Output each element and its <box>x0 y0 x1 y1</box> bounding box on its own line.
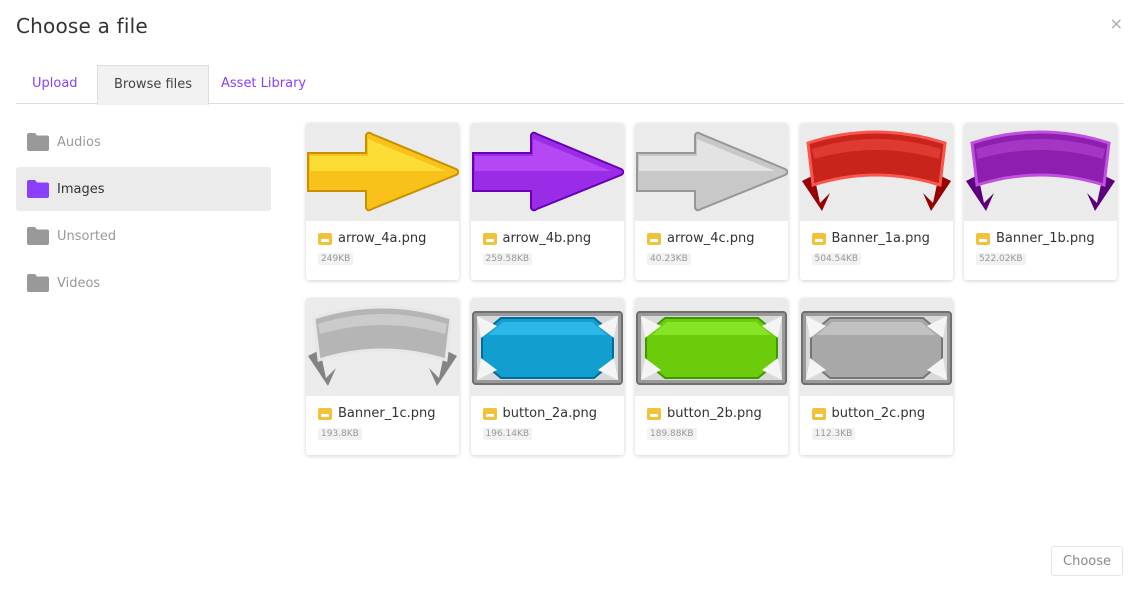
file-size-badge: 522.02KB <box>976 253 1026 265</box>
sidebar-item-images[interactable]: Images <box>16 167 271 211</box>
file-thumbnail <box>799 298 953 396</box>
file-size-badge: 189.88KB <box>647 428 697 440</box>
file-size-badge: 259.58KB <box>482 253 533 265</box>
file-size-badge: 40.23KB <box>647 253 691 265</box>
image-file-icon <box>811 232 826 245</box>
file-card[interactable]: Banner_1a.png 504.54KB <box>799 123 953 280</box>
file-size-badge: 193.8KB <box>318 428 362 440</box>
image-file-icon <box>976 232 990 245</box>
file-thumbnail <box>306 123 459 221</box>
file-name: button_2a.png <box>502 406 598 421</box>
file-thumbnail <box>306 298 459 396</box>
file-thumbnail <box>470 298 624 396</box>
tab-browse-files[interactable]: Browse files <box>97 65 210 105</box>
folder-icon <box>27 180 49 198</box>
image-file-icon <box>482 232 497 245</box>
folder-icon <box>27 274 49 292</box>
file-card[interactable]: arrow_4a.png 249KB <box>306 123 459 280</box>
image-file-icon <box>318 407 332 420</box>
image-file-icon <box>811 407 826 420</box>
file-thumbnail <box>470 123 624 221</box>
file-card[interactable]: button_2c.png 112.3KB <box>799 298 953 455</box>
dialog-title: Choose a file <box>16 14 148 38</box>
file-thumbnail <box>635 298 788 396</box>
image-file-icon <box>647 407 661 420</box>
file-name: arrow_4a.png <box>338 231 427 246</box>
folder-icon <box>27 227 49 245</box>
image-file-icon <box>647 232 661 245</box>
file-thumbnail <box>635 123 788 221</box>
sidebar-item-label: Audios <box>57 134 101 150</box>
tab-bar: Upload Browse files Asset Library <box>16 65 1124 105</box>
tab-upload[interactable]: Upload <box>16 65 94 104</box>
file-thumbnail <box>799 123 953 221</box>
file-size-badge: 196.14KB <box>482 428 533 440</box>
file-name: Banner_1c.png <box>338 406 436 421</box>
file-name: Banner_1b.png <box>996 231 1095 246</box>
image-file-icon <box>482 407 497 420</box>
file-name: arrow_4b.png <box>502 231 592 246</box>
file-name: Banner_1a.png <box>831 231 930 246</box>
file-size-badge: 112.3KB <box>811 428 856 440</box>
sidebar-item-label: Videos <box>57 275 101 291</box>
file-card[interactable]: button_2b.png 189.88KB <box>635 298 788 455</box>
file-card[interactable]: Banner_1c.png 193.8KB <box>306 298 459 455</box>
file-card[interactable]: arrow_4b.png 259.58KB <box>470 123 624 280</box>
image-file-icon <box>318 232 332 245</box>
file-size-badge: 504.54KB <box>811 253 862 265</box>
sidebar-item-unsorted[interactable]: Unsorted <box>16 214 271 258</box>
file-name: button_2b.png <box>667 406 762 421</box>
sidebar-item-label: Images <box>57 181 105 197</box>
file-thumbnail <box>964 123 1117 221</box>
folder-icon <box>27 133 49 151</box>
file-card[interactable]: arrow_4c.png 40.23KB <box>635 123 788 280</box>
sidebar-item-videos[interactable]: Videos <box>16 261 271 305</box>
tab-asset-library[interactable]: Asset Library <box>205 65 322 104</box>
sidebar-item-audios[interactable]: Audios <box>16 120 271 164</box>
file-name: arrow_4c.png <box>667 231 755 246</box>
close-icon[interactable]: × <box>1110 14 1123 34</box>
file-size-badge: 249KB <box>318 253 354 265</box>
file-card[interactable]: Banner_1b.png 522.02KB <box>964 123 1117 280</box>
file-card[interactable]: button_2a.png 196.14KB <box>470 298 624 455</box>
file-name: button_2c.png <box>831 406 926 421</box>
sidebar-item-label: Unsorted <box>57 228 117 244</box>
folder-sidebar: Audios Images Unsorted Videos <box>16 120 271 308</box>
choose-button[interactable]: Choose <box>1051 546 1123 576</box>
